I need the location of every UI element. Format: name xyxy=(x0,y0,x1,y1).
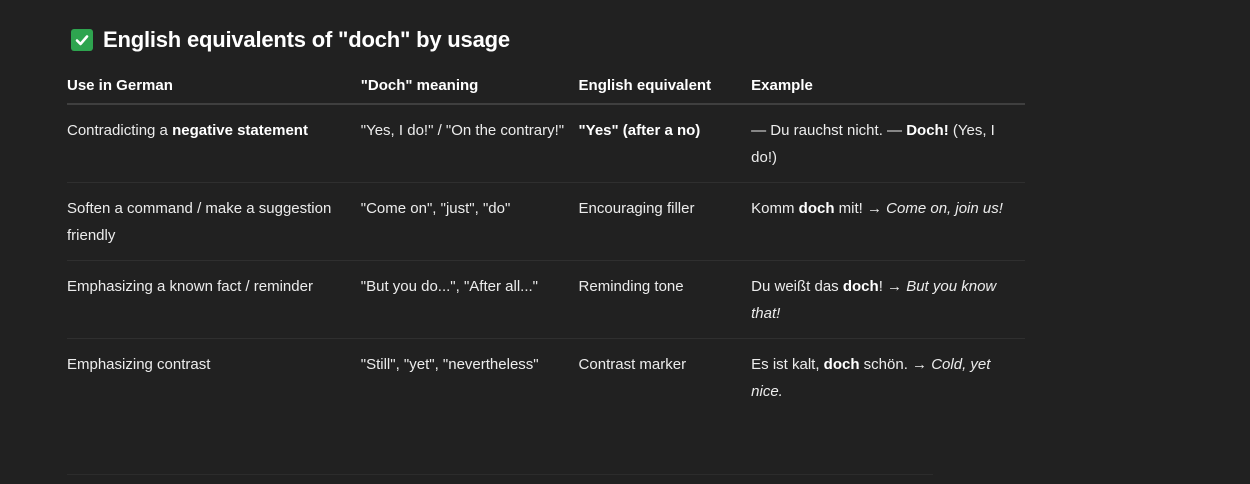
cell-example: — Du rauchst nicht. — Doch! (Yes, I do!) xyxy=(751,104,1025,183)
cell-meaning: "Yes, I do!" / "On the contrary!" xyxy=(360,104,579,183)
cell-example: Es ist kalt, doch schön. → Cold, yet nic… xyxy=(751,339,1025,417)
example-text: Du weißt das xyxy=(751,278,843,295)
cell-bold-text: "Yes" (after a no) xyxy=(578,122,701,139)
heading-title: English equivalents of "doch" by usage xyxy=(103,27,510,52)
example-text: Es ist kalt, xyxy=(751,356,824,373)
column-header-example: Example xyxy=(751,72,1025,105)
cell-meaning: "But you do...", "After all..." xyxy=(360,260,579,339)
check-mark-glyph xyxy=(75,35,89,46)
table-row: Emphasizing contrast "Still", "yet", "ne… xyxy=(67,339,1025,417)
cell-use: Contradicting a negative statement xyxy=(67,104,361,183)
table-header-row: Use in German "Doch" meaning English equ… xyxy=(67,72,1025,105)
cell-equivalent: "Yes" (after a no) xyxy=(578,104,752,183)
cell-use: Soften a command / make a suggestion fri… xyxy=(67,182,361,261)
cell-bold-text: negative statement xyxy=(172,122,308,139)
cell-text: Soften a command / make a suggestion fri… xyxy=(67,200,332,244)
cell-text: Emphasizing a known fact / reminder xyxy=(67,278,313,295)
example-text: Komm xyxy=(751,200,799,217)
column-header-equivalent: English equivalent xyxy=(578,72,752,105)
table-row: Contradicting a negative statement "Yes,… xyxy=(67,104,1025,183)
example-text: schön. → xyxy=(859,356,932,373)
check-mark-icon xyxy=(71,29,93,51)
cell-equivalent: Contrast marker xyxy=(578,356,687,373)
cell-meaning: "Come on", "just", "do" xyxy=(360,182,579,261)
cell-text: Emphasizing contrast xyxy=(67,356,211,373)
example-bold: doch xyxy=(798,200,835,217)
table-row: Soften a command / make a suggestion fri… xyxy=(67,182,1025,261)
example-bold: doch xyxy=(823,356,860,373)
cell-equivalent: Encouraging filler xyxy=(578,182,752,261)
table-row: Emphasizing a known fact / reminder "But… xyxy=(67,260,1025,339)
cell-text: Contradicting a xyxy=(67,122,173,139)
example-bold: doch xyxy=(842,278,879,295)
section-heading: English equivalents of "doch" by usage xyxy=(71,27,510,53)
cell-example: Du weißt das doch! → But you know that! xyxy=(751,260,1025,339)
usage-table: Use in German "Doch" meaning English equ… xyxy=(67,72,1025,416)
cell-example: Komm doch mit! → Come on, join us! xyxy=(751,182,1025,261)
divider xyxy=(67,474,933,475)
cell-use: Emphasizing contrast xyxy=(67,339,361,417)
cell-use: Emphasizing a known fact / reminder xyxy=(67,260,361,339)
cell-meaning: "Still", "yet", "nevertheless" xyxy=(360,356,539,373)
example-text: ! → xyxy=(878,278,907,295)
cell-equivalent: Reminding tone xyxy=(578,260,752,339)
column-header-meaning: "Doch" meaning xyxy=(360,72,579,105)
example-text: — Du rauchst nicht. — xyxy=(751,122,907,139)
example-translation: Come on, join us! xyxy=(886,200,1003,217)
example-text: mit! → xyxy=(834,200,887,217)
example-bold: Doch! xyxy=(906,122,949,139)
column-header-use: Use in German xyxy=(67,72,361,105)
